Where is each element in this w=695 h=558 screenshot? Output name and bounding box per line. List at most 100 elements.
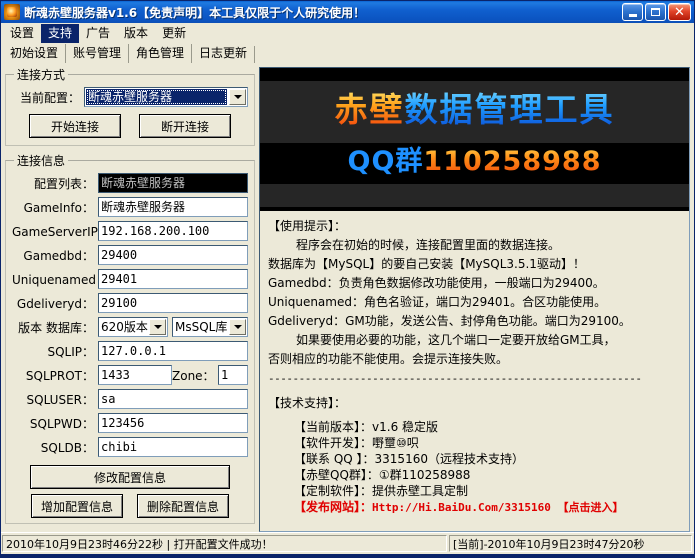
maximize-button[interactable] xyxy=(645,3,666,21)
menu-item-ads[interactable]: 广告 xyxy=(79,24,117,43)
tips-heading: 【使用提示】： xyxy=(268,217,683,236)
menu-item-version[interactable]: 版本 xyxy=(117,24,155,43)
app-icon xyxy=(4,4,20,20)
current-config-combo[interactable]: 断魂赤壁服务器 xyxy=(84,87,248,107)
banner-bottom-strip xyxy=(260,207,689,211)
chevron-down-icon[interactable] xyxy=(149,319,166,335)
support-key: 【定制软件】： xyxy=(294,484,372,498)
tips-line-2: 数据库为【MySQL】的要自己安装【MySQL3.5.1驱动】！ xyxy=(268,255,683,274)
config-list-box[interactable]: 断魂赤壁服务器 xyxy=(98,173,248,193)
support-row-website[interactable]: 【发布网站】：Http://Hi.BaiDu.Com/3315160 【点击进入… xyxy=(294,499,683,516)
banner-top-strip xyxy=(260,68,689,81)
support-row-current-version: 【当前版本】：v1.6 稳定版 xyxy=(294,419,683,435)
add-config-button[interactable]: 增加配置信息 xyxy=(31,494,123,518)
banner-title: 赤壁数据管理工具 xyxy=(260,87,689,133)
connection-info-group: 连接信息 配置列表： 断魂赤壁服务器 GameInfo： 断魂赤壁服务器 Gam… xyxy=(5,152,255,524)
support-key: 【软件开发】： xyxy=(294,436,372,450)
delete-config-button[interactable]: 删除配置信息 xyxy=(137,494,229,518)
support-key: 【发布网站】： xyxy=(294,500,372,514)
tab-strip: 初始设置 账号管理 角色管理 日志更新 xyxy=(1,43,694,64)
version-combo[interactable]: 620版本 xyxy=(98,317,168,337)
gameserverip-input[interactable]: 192.168.200.100 xyxy=(98,221,248,241)
support-value: 提供赤壁工具定制 xyxy=(372,484,468,498)
application-window: 断魂赤壁服务器v1.6【免责声明】本工具仅限于个人研究使用！ ✕ 设置 支持 广… xyxy=(0,0,695,558)
sqlprot-input[interactable]: 1433 xyxy=(98,365,172,385)
tab-strip-end xyxy=(254,46,255,63)
connection-info-legend: 连接信息 xyxy=(14,152,68,169)
database-type-value: MsSQL库 xyxy=(173,318,228,336)
tips-line-7: 否则相应的功能不能使用。会提示连接失败。 xyxy=(268,350,683,369)
disconnect-button[interactable]: 断开连接 xyxy=(139,114,231,138)
tips-line-6: 如果要使用必要的功能，这几个端口一定要开放给GM工具， xyxy=(268,331,683,350)
banner-title-part-b: 数据管理工具 xyxy=(405,90,615,129)
gamedbd-label: Gamedbd： xyxy=(12,247,98,264)
support-heading: 【技术支持】： xyxy=(268,394,683,413)
tips-line-5: Gdeliveryd：GM功能，发送公告、封停角色功能。端口为29100。 xyxy=(268,312,683,331)
sqldb-input[interactable]: chibi xyxy=(98,437,248,457)
title-bar: 断魂赤壁服务器v1.6【免责声明】本工具仅限于个人研究使用！ ✕ xyxy=(1,1,694,23)
support-key: 【赤壁QQ群】： xyxy=(294,468,379,482)
left-panel: 连接方式 当前配置： 断魂赤壁服务器 开始连接 断开连接 连接信息 配置列表： xyxy=(1,64,257,532)
gameinfo-input[interactable]: 断魂赤壁服务器 xyxy=(98,197,248,217)
menu-item-settings[interactable]: 设置 xyxy=(3,24,41,43)
support-value: 3315160（远程技术支持） xyxy=(375,452,524,466)
tab-role-management[interactable]: 角色管理 xyxy=(128,44,191,63)
status-current-time: [当前]-2010年10月9日23时47分20秒 xyxy=(449,535,692,552)
connection-method-group: 连接方式 当前配置： 断魂赤壁服务器 开始连接 断开连接 xyxy=(5,66,255,146)
modify-config-button[interactable]: 修改配置信息 xyxy=(30,465,230,489)
version-db-label: 版本 数据库： xyxy=(12,319,98,336)
sqlip-label: SQLIP： xyxy=(12,343,98,360)
support-value: ①群110258988 xyxy=(379,468,470,482)
status-bar: 2010年10月9日23时46分22秒 | 打开配置文件成功！ [当前]-201… xyxy=(1,532,694,554)
gdeliveryd-input[interactable]: 29100 xyxy=(98,293,248,313)
connect-button[interactable]: 开始连接 xyxy=(29,114,121,138)
chevron-down-icon[interactable] xyxy=(229,89,246,105)
zone-input[interactable]: 1 xyxy=(218,365,248,385)
tab-initial-setup[interactable]: 初始设置 xyxy=(3,44,65,63)
uniquenamed-label: Uniquenamed： xyxy=(12,271,98,288)
gameserverip-label: GameServerIP： xyxy=(12,223,98,240)
sqluser-label: SQLUSER： xyxy=(12,391,98,408)
section-divider: ----------------------------------------… xyxy=(268,369,683,388)
tips-line-4: Uniquenamed：角色名验证，端口为29401。合区功能使用。 xyxy=(268,293,683,312)
chevron-down-icon[interactable] xyxy=(229,319,246,335)
maximize-icon xyxy=(651,8,660,16)
database-type-combo[interactable]: MsSQL库 xyxy=(172,317,248,337)
sqluser-input[interactable]: sa xyxy=(98,389,248,409)
close-button[interactable]: ✕ xyxy=(668,3,691,21)
menu-bar: 设置 支持 广告 版本 更新 xyxy=(1,23,694,43)
menu-item-support[interactable]: 支持 xyxy=(41,24,79,43)
window-controls: ✕ xyxy=(622,3,691,21)
info-text-body: 【使用提示】： 程序会在初始的时候，连接配置里面的数据连接。 数据库为【MySQ… xyxy=(260,211,689,531)
gdeliveryd-label: Gdeliveryd： xyxy=(12,295,98,312)
status-message: 2010年10月9日23时46分22秒 | 打开配置文件成功！ xyxy=(2,535,447,552)
tips-line-1: 程序会在初始的时候，连接配置里面的数据连接。 xyxy=(268,236,683,255)
zone-label: Zone： xyxy=(172,367,218,384)
tab-account-management[interactable]: 账号管理 xyxy=(65,44,128,63)
window-bottom-edge xyxy=(1,554,694,557)
tips-line-3: Gamedbd：负责角色数据修改功能使用，一般端口为29400。 xyxy=(268,274,683,293)
info-panel: 赤壁数据管理工具 QQ群110258988 【使用提示】： 程序会在初始的时候，… xyxy=(259,67,690,532)
website-link[interactable]: Http://Hi.BaiDu.Com/3315160 【点击进入】 xyxy=(372,501,623,514)
sqlpwd-input[interactable]: 123456 xyxy=(98,413,248,433)
banner-title-part-a: 赤壁 xyxy=(335,90,405,129)
close-icon: ✕ xyxy=(674,6,685,19)
connection-buttons: 开始连接 断开连接 xyxy=(12,114,248,138)
support-row-qq-group: 【赤壁QQ群】：①群110258988 xyxy=(294,467,683,483)
current-config-value: 断魂赤壁服务器 xyxy=(86,89,227,105)
banner-qq-label: QQ群 xyxy=(348,146,424,177)
sqlpwd-label: SQLPWD： xyxy=(12,415,98,432)
sqlip-input[interactable]: 127.0.0.1 xyxy=(98,341,248,361)
connection-method-legend: 连接方式 xyxy=(14,66,68,83)
uniquenamed-input[interactable]: 29401 xyxy=(98,269,248,289)
gamedbd-input[interactable]: 29400 xyxy=(98,245,248,265)
main-content: 连接方式 当前配置： 断魂赤壁服务器 开始连接 断开连接 连接信息 配置列表： xyxy=(1,64,694,532)
menu-item-update[interactable]: 更新 xyxy=(155,24,193,43)
minimize-icon xyxy=(629,14,637,17)
current-config-label: 当前配置： xyxy=(12,89,84,106)
minimize-button[interactable] xyxy=(622,3,643,21)
banner-qq-line: QQ群110258988 xyxy=(260,143,689,184)
config-list-label: 配置列表： xyxy=(12,175,98,192)
tab-log-update[interactable]: 日志更新 xyxy=(191,44,254,63)
support-key: 【联系 QQ 】： xyxy=(294,452,375,466)
